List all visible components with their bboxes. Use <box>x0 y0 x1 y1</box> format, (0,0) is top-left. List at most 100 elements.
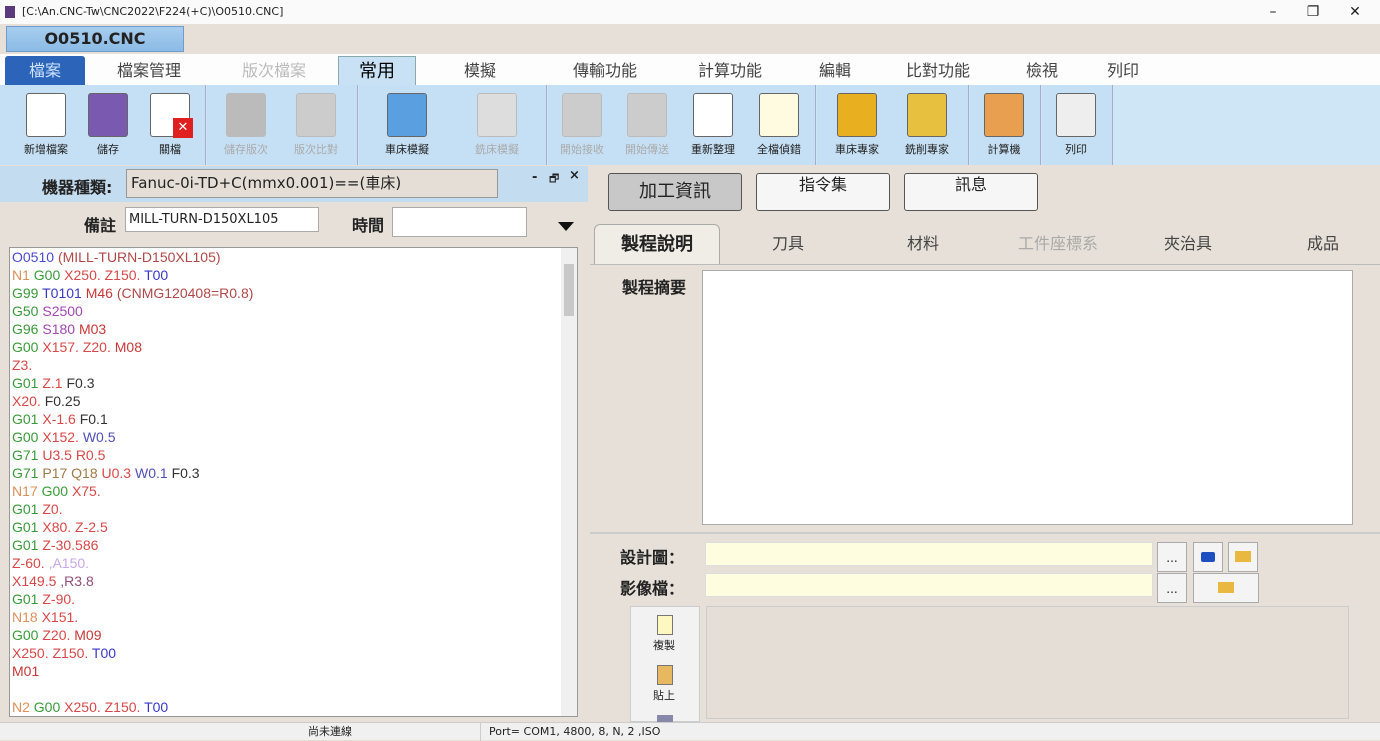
code-token: Z3. <box>12 357 33 373</box>
code-token: N17 <box>12 483 42 499</box>
code-scrollbar[interactable] <box>561 248 577 716</box>
ribbon-tab-3[interactable]: 常用 <box>338 56 416 85</box>
nc-code-editor[interactable]: O0510 (MILL-TURN-D150XL105) N1 G00 X250. … <box>9 247 578 717</box>
toolbar-label: 儲存 <box>97 143 119 156</box>
image-open-button[interactable] <box>1193 573 1259 603</box>
toolbar-label: 車床模擬 <box>385 143 429 156</box>
design-open-button[interactable] <box>1228 542 1258 572</box>
ribbon-tab-2[interactable]: 版次檔案 <box>235 56 313 85</box>
summary-label: 製程摘要 <box>622 278 687 297</box>
ribbon-tab-8[interactable]: 比對功能 <box>898 56 978 85</box>
time-input[interactable] <box>392 207 527 237</box>
printer-button[interactable]: 列印 <box>1045 87 1107 163</box>
code-token: G01 <box>12 375 43 391</box>
design-input[interactable] <box>705 542 1153 566</box>
design-browse-button[interactable]: ... <box>1157 542 1187 572</box>
panel-close-button[interactable]: × <box>569 168 580 183</box>
open-file-tab[interactable]: O0510.CNC <box>6 26 184 52</box>
lathe-sim-button[interactable]: 車床模擬 <box>376 87 438 163</box>
panel-restore-button[interactable]: 🗗 <box>549 170 559 189</box>
code-line: Z3. <box>10 356 577 374</box>
printer-icon <box>1056 93 1096 137</box>
copy-icon[interactable] <box>657 615 673 635</box>
tab-1[interactable]: 刀具 <box>725 224 851 264</box>
code-token: M46 <box>85 285 117 301</box>
code-token: N1 <box>12 267 34 283</box>
compare-version-icon <box>296 93 336 137</box>
toolbar-label: 關檔 <box>159 143 181 156</box>
tab-4[interactable]: 夾治具 <box>1125 224 1251 264</box>
connection-status: 尚未連線 <box>308 725 352 738</box>
code-token: N18 <box>12 609 42 625</box>
toolbar-label: 開始傳送 <box>625 143 669 156</box>
scrollbar-thumb[interactable] <box>564 264 574 316</box>
toolbar-label: 車床專家 <box>835 143 879 156</box>
code-token: M08 <box>114 339 142 355</box>
tab-0[interactable]: 製程說明 <box>594 224 720 264</box>
ribbon-tab-10[interactable]: 列印 <box>1095 56 1151 85</box>
close-button[interactable]: ✕ <box>1332 0 1378 24</box>
restore-button[interactable]: ❐ <box>1290 0 1336 24</box>
code-token: G01 <box>12 591 43 607</box>
code-token: S180 <box>42 321 79 337</box>
paste-button[interactable]: 貼上 <box>653 687 675 703</box>
code-token: ,R3.8 <box>60 573 94 589</box>
refresh-button[interactable]: 重新整理 <box>682 87 744 163</box>
code-token: M03 <box>78 321 107 337</box>
save-button[interactable]: 儲存 <box>77 87 139 163</box>
debug-button[interactable]: 全檔偵錯 <box>748 87 810 163</box>
mill-sim-button[interactable]: 銑床模擬 <box>466 87 528 163</box>
mill-expert-icon <box>907 93 947 137</box>
ribbon-tab-5[interactable]: 傳輸功能 <box>565 56 645 85</box>
dropdown-arrow-icon[interactable] <box>558 222 574 231</box>
mill-expert-button[interactable]: 銑削專家 <box>896 87 958 163</box>
image-input[interactable] <box>705 573 1153 597</box>
code-token: X80. Z-2.5 <box>42 519 108 535</box>
lathe-expert-button[interactable]: 車床專家 <box>826 87 888 163</box>
ribbon-tab-7[interactable]: 編輯 <box>800 56 870 85</box>
summary-textarea[interactable] <box>702 270 1353 525</box>
code-token: N2 <box>12 699 34 715</box>
section-button-1[interactable]: 指令集 <box>756 173 890 211</box>
receive-icon <box>562 93 602 137</box>
ribbon-tab-9[interactable]: 檢視 <box>1010 56 1074 85</box>
code-line: G50 S2500 <box>10 302 577 320</box>
paste-icon[interactable] <box>657 665 673 685</box>
app-icon <box>5 6 15 18</box>
note-input[interactable]: MILL-TURN-D150XL105 <box>125 207 319 232</box>
code-line: G00 X152. W0.5 <box>10 428 577 446</box>
code-line: G01 Z.1 F0.3 <box>10 374 577 392</box>
copy-button[interactable]: 複製 <box>653 637 675 653</box>
code-line: G00 X157. Z20. M08 <box>10 338 577 356</box>
tab-5[interactable]: 成品 <box>1260 224 1380 264</box>
section-button-2[interactable]: 訊息 <box>904 173 1038 211</box>
close-file-button[interactable]: ✕ 關檔 <box>139 87 201 163</box>
save-version-button[interactable]: 儲存版次 <box>215 87 277 163</box>
section-button-0[interactable]: 加工資訊 <box>608 173 742 211</box>
ribbon-tab-6[interactable]: 計算功能 <box>690 56 770 85</box>
new-file-button[interactable]: 新增檔案 <box>15 87 77 163</box>
ribbon-tab-0[interactable]: 檔案 <box>5 56 85 85</box>
compare-version-button[interactable]: 版次比對 <box>285 87 347 163</box>
panel-minimize-button[interactable]: - <box>532 170 537 185</box>
code-token: G01 <box>12 411 43 427</box>
ribbon-tab-1[interactable]: 檔案管理 <box>110 56 188 85</box>
design-view-button[interactable] <box>1193 542 1223 572</box>
tab-2[interactable]: 材料 <box>860 224 986 264</box>
toolbar-label: 銑床模擬 <box>475 143 519 156</box>
tab-3[interactable]: 工件座標系 <box>995 224 1121 264</box>
calculator-button[interactable]: 計算機 <box>973 87 1035 163</box>
code-token: G00 <box>12 429 43 445</box>
code-token: T0101 <box>42 285 86 301</box>
receive-button[interactable]: 開始接收 <box>551 87 613 163</box>
code-token: X-1.6 <box>42 411 80 427</box>
send-button[interactable]: 開始傳送 <box>616 87 678 163</box>
code-line: X20. F0.25 <box>10 392 577 410</box>
code-token: G01 <box>12 501 43 517</box>
ribbon-tab-4[interactable]: 模擬 <box>440 56 520 85</box>
toolbar-label: 版次比對 <box>294 143 338 156</box>
machine-type-field[interactable]: Fanuc-0i-TD+C(mmx0.001)==(車床) <box>126 169 498 198</box>
image-browse-button[interactable]: ... <box>1157 573 1187 603</box>
code-token: T00 <box>144 267 169 283</box>
